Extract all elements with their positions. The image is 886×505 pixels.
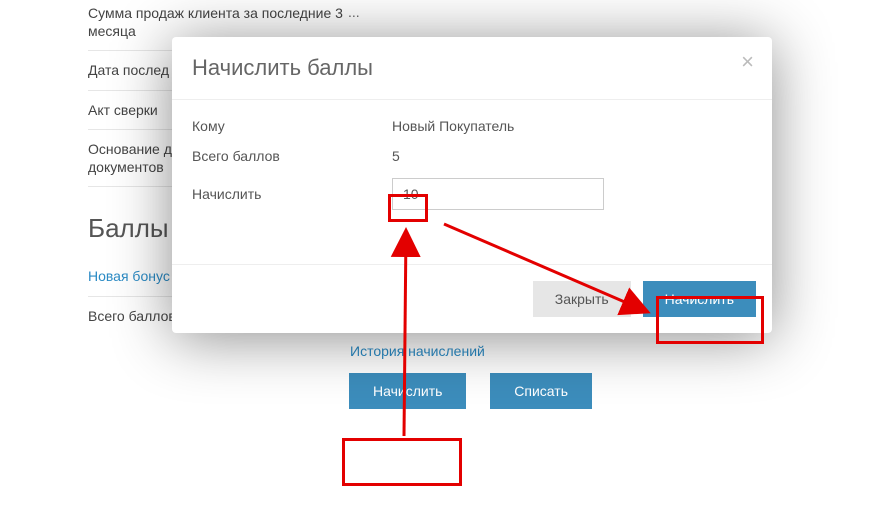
modal-total-value: 5 <box>392 148 400 164</box>
accrue-points-modal: Начислить баллы × Кому Новый Покупатель … <box>172 37 772 333</box>
modal-close-button[interactable]: Закрыть <box>533 281 631 317</box>
modal-to-label: Кому <box>192 118 392 134</box>
modal-row-total: Всего баллов 5 <box>192 148 752 164</box>
accrue-amount-input[interactable] <box>392 178 604 210</box>
modal-to-value: Новый Покупатель <box>392 118 514 134</box>
modal-row-to: Кому Новый Покупатель <box>192 118 752 134</box>
modal-title: Начислить баллы <box>192 55 752 81</box>
modal-total-label: Всего баллов <box>192 148 392 164</box>
modal-row-accrue: Начислить <box>192 178 752 210</box>
modal-body: Кому Новый Покупатель Всего баллов 5 Нач… <box>172 100 772 264</box>
modal-overlay: Начислить баллы × Кому Новый Покупатель … <box>0 0 886 505</box>
modal-header: Начислить баллы × <box>172 37 772 100</box>
close-icon[interactable]: × <box>741 51 754 73</box>
modal-accrue-label: Начислить <box>192 186 392 202</box>
modal-footer: Закрыть Начислить <box>172 264 772 333</box>
modal-accrue-button[interactable]: Начислить <box>643 281 756 317</box>
